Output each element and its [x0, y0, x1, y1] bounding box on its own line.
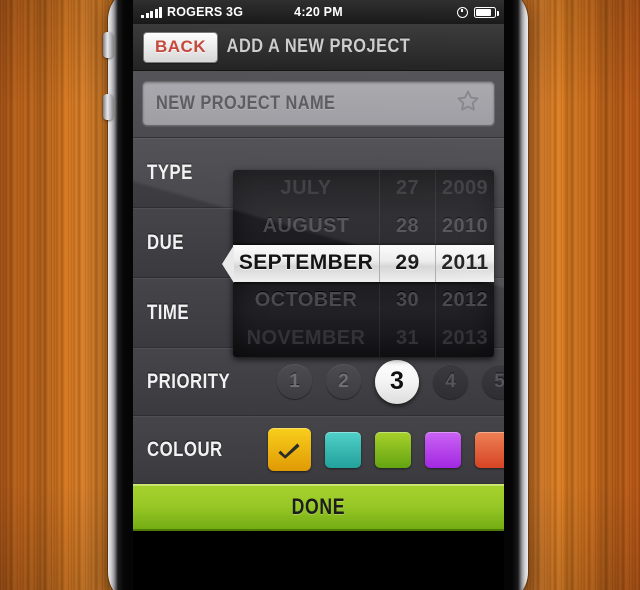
- done-button-label: DONE: [291, 494, 346, 519]
- row-colour: COLOUR: [133, 416, 504, 484]
- picker-day: 31: [379, 319, 435, 357]
- picker-month: OCTOBER: [254, 289, 358, 312]
- clock-icon: [457, 6, 468, 18]
- colour-swatch-purple[interactable]: [424, 431, 461, 468]
- priority-option-1[interactable]: 1: [276, 364, 312, 399]
- colour-swatches: [267, 428, 504, 471]
- row-label-time: TIME: [147, 300, 190, 324]
- star-outline-icon[interactable]: [455, 88, 481, 119]
- row-label-priority: PRIORITY: [147, 369, 231, 393]
- page-title: ADD A NEW PROJECT: [226, 36, 411, 57]
- navigation-bar: BACK ADD A NEW PROJECT: [133, 24, 504, 71]
- row-label-type: TYPE: [147, 160, 193, 184]
- picker-year: 2010: [435, 207, 494, 245]
- date-picker-row[interactable]: NOVEMBER 31 2013: [233, 319, 494, 357]
- status-time: 4:20 PM: [294, 5, 343, 19]
- status-right-group: [457, 6, 499, 18]
- row-priority: PRIORITY 1 2 3 4 5: [133, 348, 504, 416]
- colour-swatch-orange[interactable]: [474, 431, 504, 468]
- date-picker-row[interactable]: OCTOBER 30 2012: [233, 282, 494, 320]
- picker-month: JULY: [280, 177, 332, 200]
- picker-year: 2009: [435, 170, 494, 208]
- project-name-placeholder: NEW PROJECT NAME: [156, 92, 336, 114]
- date-picker-rows: JULY 27 2009 AUGUST 28 2010 SEPTEMBER 29…: [233, 170, 494, 357]
- colour-swatch-teal[interactable]: [324, 431, 361, 468]
- priority-option-5[interactable]: 5: [481, 364, 504, 399]
- row-label-due: DUE: [147, 230, 184, 254]
- volume-up-button[interactable]: [103, 32, 113, 58]
- colour-swatch-green[interactable]: [374, 431, 411, 468]
- priority-option-3[interactable]: 3: [374, 359, 419, 404]
- priority-option-2[interactable]: 2: [325, 364, 361, 399]
- priority-option-4[interactable]: 4: [432, 364, 468, 399]
- picker-month: NOVEMBER: [246, 326, 366, 349]
- picker-month: AUGUST: [262, 214, 350, 237]
- phone-screen: ROGERS 3G 4:20 PM BACK ADD A NEW PROJECT…: [133, 0, 504, 590]
- project-name-input[interactable]: NEW PROJECT NAME: [142, 81, 495, 126]
- date-picker-row[interactable]: JULY 27 2009: [233, 170, 494, 208]
- date-picker-row[interactable]: AUGUST 28 2010: [233, 207, 494, 245]
- check-icon: [278, 442, 300, 459]
- picker-day: 28: [379, 207, 435, 245]
- row-label-colour: COLOUR: [147, 437, 223, 461]
- picker-selection-arrow: [222, 244, 234, 283]
- project-name-row: NEW PROJECT NAME: [133, 71, 504, 138]
- picker-selected-year: 2011: [435, 244, 494, 283]
- picker-selected-day: 29: [379, 244, 435, 283]
- colour-swatch-yellow[interactable]: [267, 428, 311, 471]
- picker-year: 2012: [435, 282, 494, 320]
- volume-down-button[interactable]: [103, 94, 113, 120]
- picker-year: 2013: [435, 319, 494, 357]
- picker-day: 27: [379, 170, 435, 208]
- date-picker[interactable]: JULY 27 2009 AUGUST 28 2010 SEPTEMBER 29…: [233, 170, 494, 357]
- priority-options: 1 2 3 4 5: [276, 359, 504, 404]
- battery-icon: [474, 6, 499, 18]
- picker-day: 30: [379, 282, 435, 320]
- picker-selected-month: SEPTEMBER: [238, 251, 374, 275]
- done-button[interactable]: DONE: [133, 484, 504, 531]
- status-bar: ROGERS 3G 4:20 PM: [133, 0, 504, 24]
- date-picker-selected-row[interactable]: SEPTEMBER 29 2011: [233, 244, 494, 283]
